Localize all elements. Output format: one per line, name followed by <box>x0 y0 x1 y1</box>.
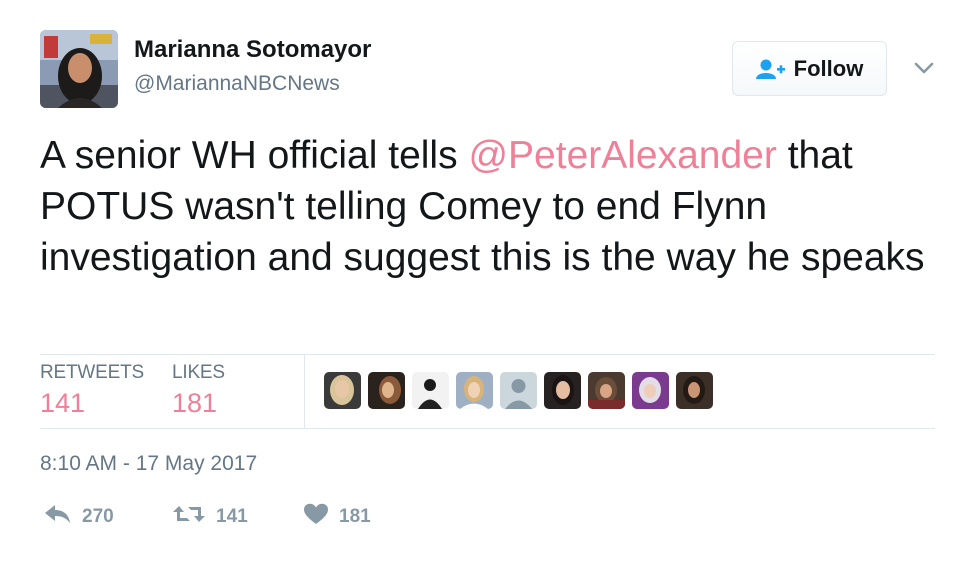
likes-stat[interactable]: LIKES 181 <box>172 362 225 419</box>
liker-avatar[interactable] <box>588 372 625 409</box>
likes-count: 181 <box>172 388 218 418</box>
stats-vertical-divider <box>304 355 305 428</box>
tweet-timestamp[interactable]: 8:10 AM - 17 May 2017 <box>40 452 257 476</box>
add-user-icon <box>755 58 786 80</box>
stats-bottom-divider <box>40 428 935 429</box>
liker-avatar[interactable] <box>632 372 669 409</box>
liker-avatar[interactable] <box>456 372 493 409</box>
like-button[interactable]: 181 <box>303 503 371 530</box>
stats-top-divider <box>40 354 935 355</box>
follow-button[interactable]: Follow <box>732 41 887 96</box>
author-avatar[interactable] <box>40 30 118 108</box>
author-handle[interactable]: @MariannaNBCNews <box>134 72 340 96</box>
retweet-icon <box>172 503 206 530</box>
reply-icon <box>44 503 72 530</box>
reply-button[interactable]: 270 <box>44 503 114 530</box>
retweets-label: RETWEETS <box>40 362 144 383</box>
tweet-text: A senior WH official tells @PeterAlexand… <box>40 130 940 283</box>
default-avatar-icon[interactable] <box>500 372 537 409</box>
chevron-down-icon[interactable] <box>912 58 936 78</box>
reply-count: 270 <box>82 505 114 527</box>
tweet-text-before: A senior WH official tells <box>40 134 469 177</box>
heart-icon <box>303 503 329 530</box>
liker-avatar[interactable] <box>412 372 449 409</box>
liker-avatar[interactable] <box>368 372 405 409</box>
like-count: 181 <box>339 505 371 527</box>
likes-label: LIKES <box>172 362 225 383</box>
retweets-count: 141 <box>40 388 86 418</box>
mention-link[interactable]: @PeterAlexander <box>468 134 776 177</box>
retweets-stat[interactable]: RETWEETS 141 <box>40 362 144 419</box>
likers-avatar-list <box>324 372 713 409</box>
retweet-count: 141 <box>216 505 248 527</box>
follow-button-label: Follow <box>793 55 864 81</box>
author-name[interactable]: Marianna Sotomayor <box>134 36 371 64</box>
liker-avatar[interactable] <box>676 372 713 409</box>
tweet-card: Marianna Sotomayor @MariannaNBCNews Foll… <box>0 0 980 562</box>
liker-avatar[interactable] <box>324 372 361 409</box>
liker-avatar[interactable] <box>544 372 581 409</box>
retweet-button[interactable]: 141 <box>172 503 248 530</box>
